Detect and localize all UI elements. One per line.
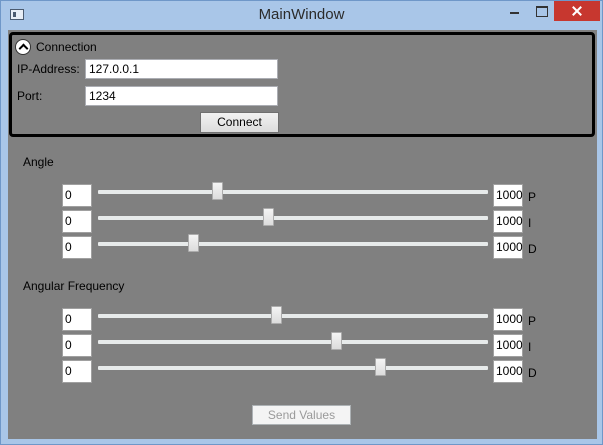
slider-thumb[interactable] <box>375 358 387 376</box>
slider-track <box>98 314 488 318</box>
port-label: Port: <box>17 89 43 103</box>
maximize-button[interactable] <box>528 1 554 21</box>
angle-p-label: P <box>528 190 537 204</box>
angfreq-d-min[interactable]: 0 <box>62 360 92 383</box>
slider-thumb[interactable] <box>270 306 282 324</box>
angfreq-i-max[interactable]: 1000 <box>493 334 523 357</box>
client-area: Connection IP-Address: Port: Connect Ang… <box>8 30 597 439</box>
main-window: MainWindow Connection IP-Address: Port: … <box>0 0 603 445</box>
slider-thumb[interactable] <box>188 234 200 252</box>
connection-expander: Connection IP-Address: Port: Connect <box>9 32 595 137</box>
minimize-button[interactable] <box>501 1 528 21</box>
slider-thumb[interactable] <box>212 182 223 200</box>
angle-d-label: D <box>528 242 537 256</box>
angfreq-p-max[interactable]: 1000 <box>493 308 523 331</box>
port-input[interactable] <box>85 86 278 106</box>
angfreq-d-max[interactable]: 1000 <box>493 360 523 383</box>
angle-p-slider[interactable] <box>98 182 488 202</box>
angfreq-i-min[interactable]: 0 <box>62 334 92 357</box>
slider-thumb[interactable] <box>331 332 343 350</box>
ip-address-input[interactable] <box>85 59 278 79</box>
angfreq-p-min[interactable]: 0 <box>62 308 92 331</box>
angle-d-max[interactable]: 1000 <box>493 236 523 259</box>
angle-i-min[interactable]: 0 <box>62 210 92 233</box>
angle-p-min[interactable]: 0 <box>62 184 92 207</box>
angfreq-i-slider[interactable] <box>98 332 488 352</box>
send-values-button[interactable]: Send Values <box>252 405 351 425</box>
angle-i-slider[interactable] <box>98 208 488 228</box>
slider-track <box>98 366 488 370</box>
angle-i-max[interactable]: 1000 <box>493 210 523 233</box>
close-button[interactable] <box>554 1 600 21</box>
angfreq-d-label: D <box>528 366 537 380</box>
angular-frequency-group-label: Angular Frequency <box>23 279 125 293</box>
collapse-chevron-icon[interactable] <box>15 39 31 55</box>
slider-track <box>98 242 488 246</box>
slider-track <box>98 216 488 220</box>
connect-button[interactable]: Connect <box>200 112 279 133</box>
connection-header[interactable]: Connection <box>36 40 97 54</box>
angfreq-p-slider[interactable] <box>98 306 488 326</box>
title-bar[interactable]: MainWindow <box>1 1 602 29</box>
slider-track <box>98 190 488 194</box>
angle-d-min[interactable]: 0 <box>62 236 92 259</box>
angle-p-max[interactable]: 1000 <box>493 184 523 207</box>
angfreq-p-label: P <box>528 314 537 328</box>
slider-thumb[interactable] <box>262 208 274 226</box>
angle-d-slider[interactable] <box>98 234 488 254</box>
ip-address-label: IP-Address: <box>17 62 80 76</box>
angfreq-d-slider[interactable] <box>98 358 488 378</box>
angle-group-label: Angle <box>23 155 54 169</box>
slider-track <box>98 340 488 344</box>
angle-i-label: I <box>528 216 532 230</box>
angfreq-i-label: I <box>528 340 532 354</box>
